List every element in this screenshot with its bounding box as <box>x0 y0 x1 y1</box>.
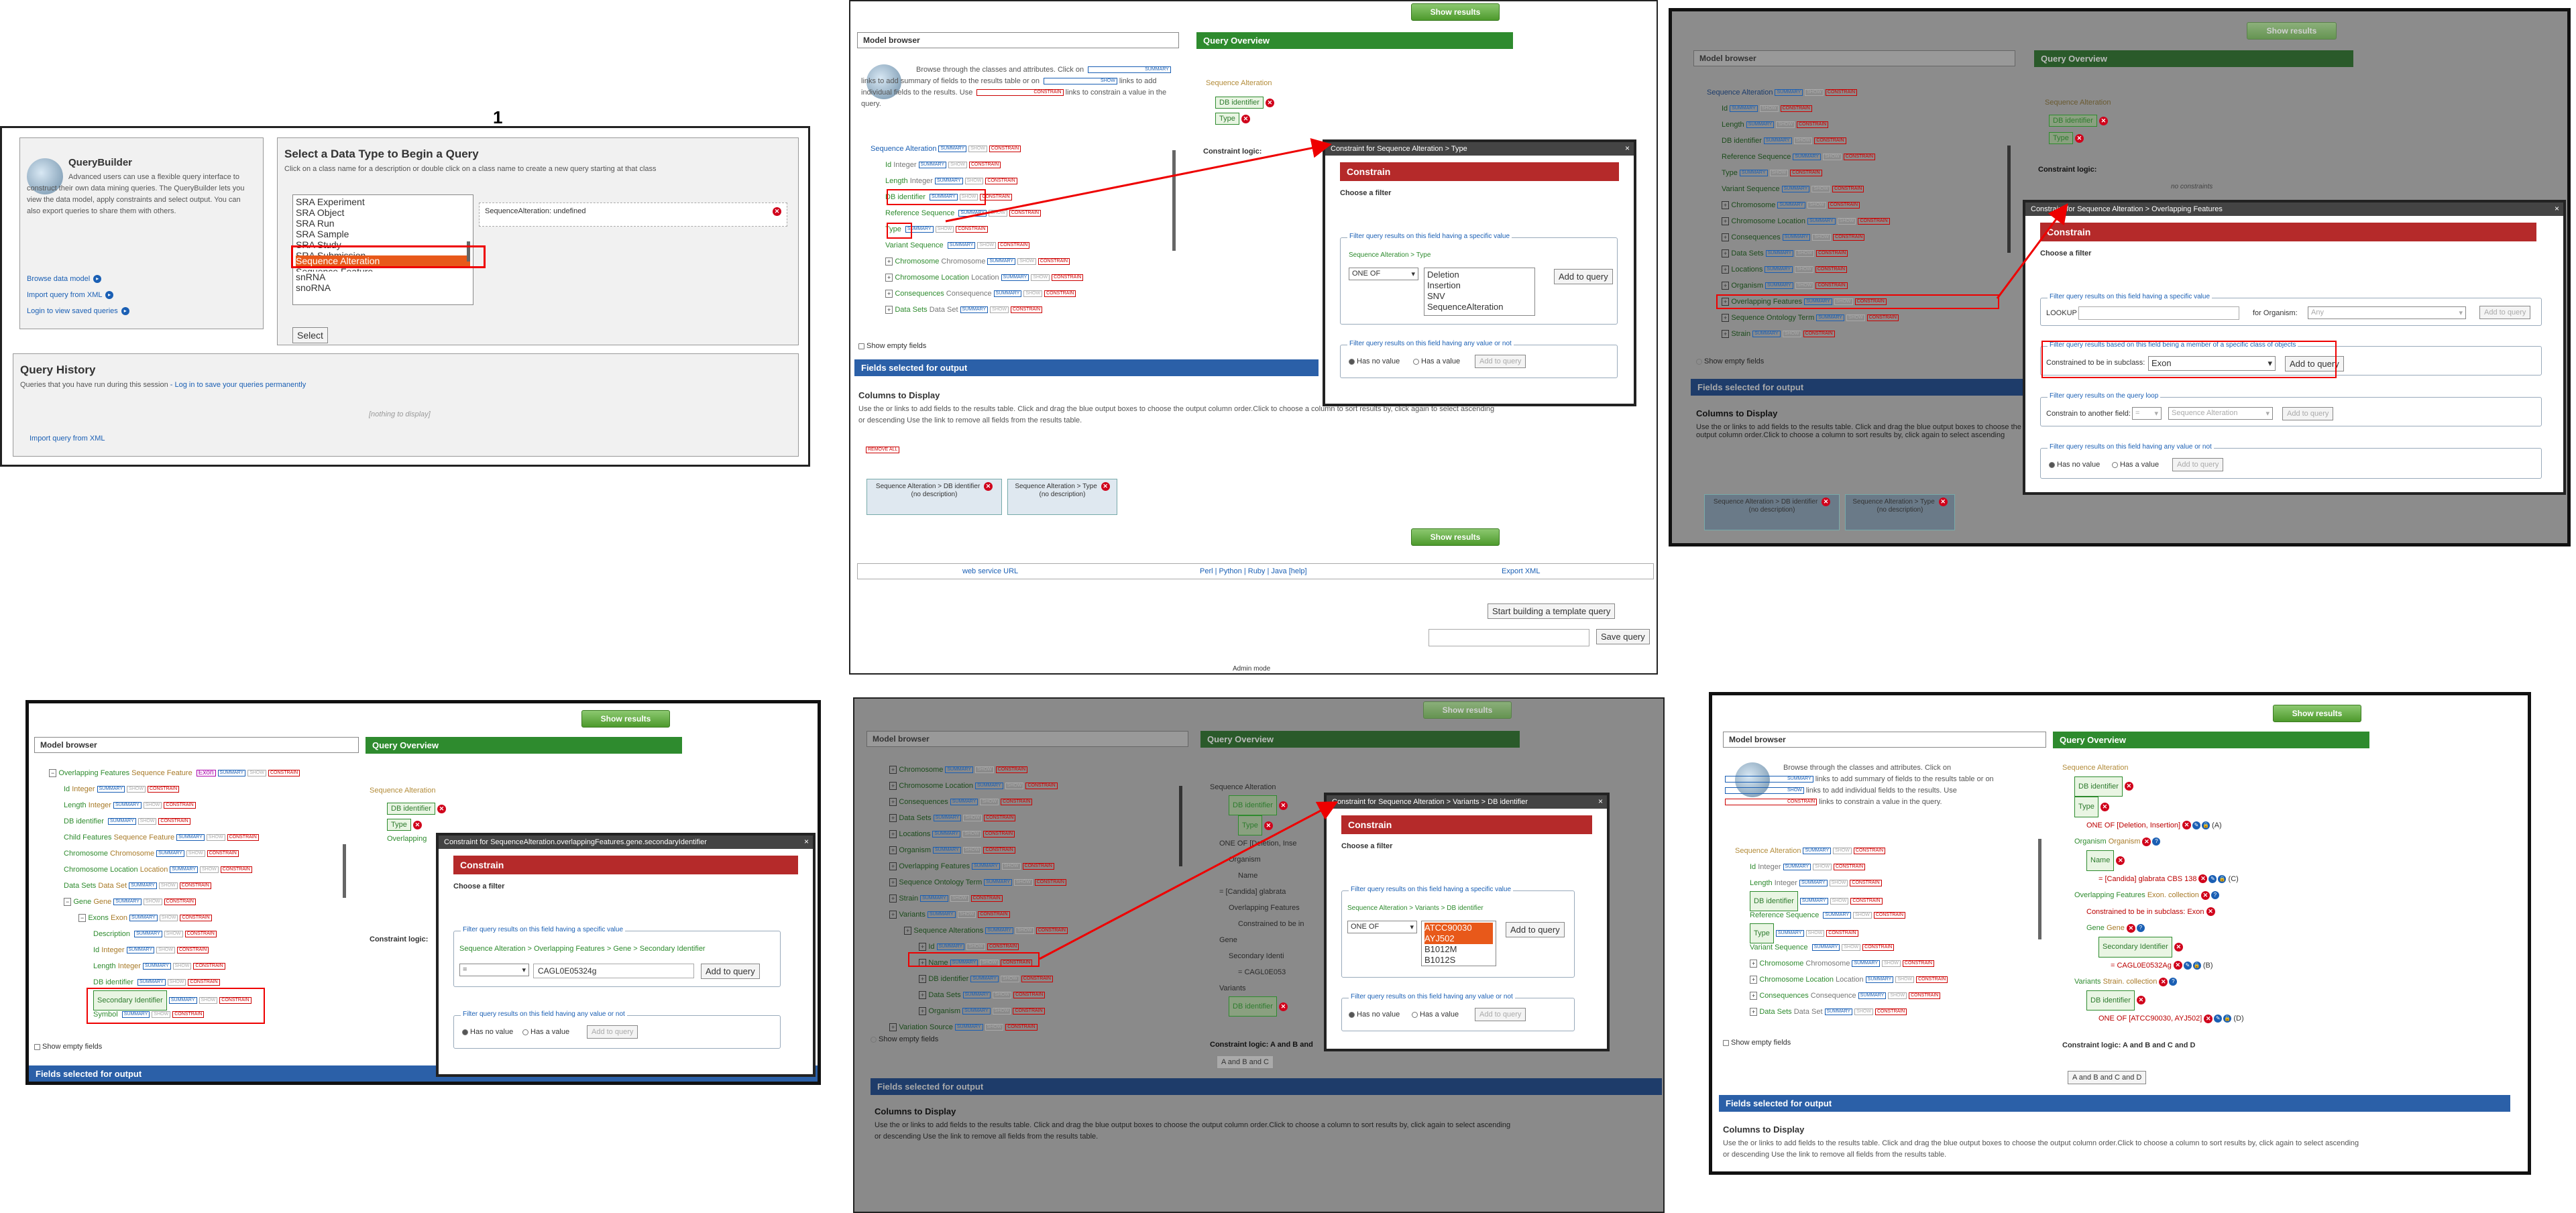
annotation-arrows <box>945 137 2068 960</box>
arrow-c-overlap <box>1996 203 2068 299</box>
arrow-b-type <box>945 137 1332 223</box>
arrow-e-db <box>1039 801 1339 960</box>
